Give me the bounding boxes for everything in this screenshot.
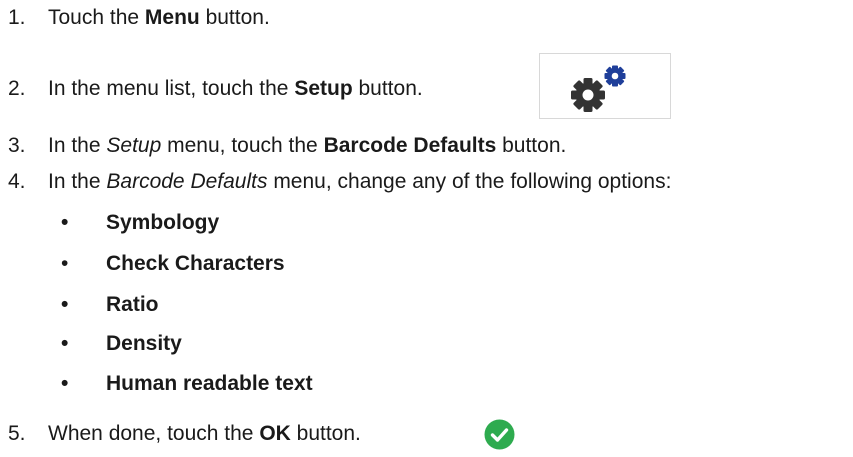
barcode-defaults-menu-ref: Barcode Defaults — [106, 170, 268, 193]
step-1-text: Touch the Menu button. — [48, 6, 270, 29]
step-5-text: When done, touch the OK button. — [48, 422, 361, 445]
bullet: • — [61, 252, 69, 275]
step-5-number: 5. — [8, 422, 26, 445]
option-label: Ratio — [106, 293, 159, 316]
option-label: Check Characters — [106, 252, 285, 275]
option-label: Density — [106, 332, 182, 355]
bullet: • — [61, 211, 69, 234]
step-4-text: In the Barcode Defaults menu, change any… — [48, 170, 672, 193]
option-label: Human readable text — [106, 372, 313, 395]
setup-button-image — [539, 53, 671, 119]
ok-button-ref: OK — [259, 422, 291, 445]
ok-checkmark-icon — [484, 419, 515, 450]
setup-button-ref: Setup — [294, 77, 353, 100]
bullet: • — [61, 372, 69, 395]
step-4-number: 4. — [8, 170, 26, 193]
bullet: • — [61, 332, 69, 355]
setup-menu-ref: Setup — [106, 134, 162, 157]
menu-button-ref: Menu — [144, 6, 200, 29]
step-3-text: In the Setup menu, touch the Barcode Def… — [48, 134, 567, 157]
step-2-number: 2. — [8, 77, 26, 100]
barcode-defaults-button-ref: Barcode Defaults — [323, 134, 497, 157]
step-2-text: In the menu list, touch the Setup button… — [48, 77, 423, 100]
setup-gears-icon — [571, 65, 626, 112]
bullet: • — [61, 293, 69, 316]
option-label: Symbology — [106, 211, 220, 234]
step-1-number: 1. — [8, 6, 26, 29]
step-3-number: 3. — [8, 134, 26, 157]
